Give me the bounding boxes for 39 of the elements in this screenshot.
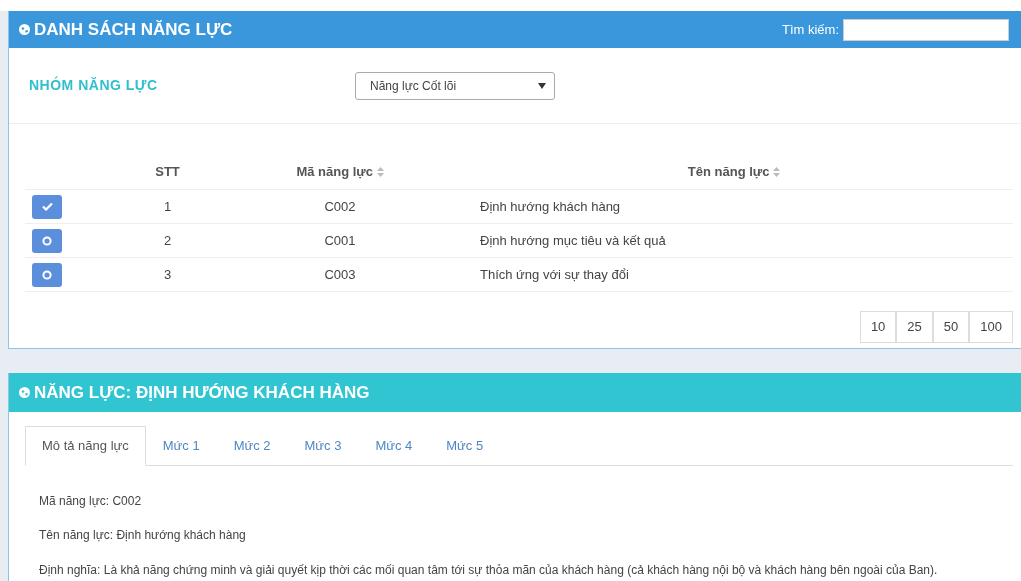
table-cell: Định hướng khách hàng — [480, 198, 621, 214]
table-cell: C003 — [324, 266, 356, 282]
tab[interactable]: Mức 5 — [429, 426, 501, 466]
table-cell: Định hướng mục tiêu và kết quả — [480, 232, 666, 248]
detail-text: Tên năng lực: Định hướng khách hàng — [39, 527, 247, 544]
table-cell: 3 — [163, 266, 172, 282]
search-field[interactable] — [843, 18, 1009, 41]
select-button[interactable] — [32, 194, 62, 219]
globe-icon — [19, 24, 30, 35]
tab[interactable]: Mô tả năng lực — [25, 426, 146, 466]
table-cell: 2 — [163, 232, 172, 248]
detail-text: Định nghĩa: Là khả năng chứng minh và giải quyết kịp thời các mối quan tâm tới sự thỏa mãn của khách hàng (cả khách hàng nội bộ và khách hàng bên ngoài của Ban). — [39, 561, 939, 579]
search-label: Tìm kiếm: — [781, 20, 839, 39]
tab[interactable]: Mức 2 — [216, 426, 288, 466]
table-cell: C001 — [324, 232, 356, 248]
table-cell: C002 — [324, 198, 356, 214]
page-size-button[interactable]: 50 — [932, 311, 970, 343]
group-label: NHÓM NĂNG LỰC — [29, 75, 159, 95]
column-header[interactable]: STT — [155, 163, 180, 179]
globe-icon — [19, 387, 30, 398]
column-header[interactable]: Tên năng lực — [687, 163, 770, 179]
panel-title: DANH SÁCH NĂNG LỰC — [34, 18, 233, 41]
page-size-button[interactable]: 100 — [969, 311, 1013, 343]
select-button[interactable] — [32, 262, 62, 287]
dropdown-caret-icon — [538, 82, 546, 89]
panel-title: NĂNG LỰC: ĐỊNH HƯỚNG KHÁCH HÀNG — [34, 381, 370, 404]
column-header[interactable]: Mã năng lực — [296, 163, 373, 179]
group-select[interactable]: Năng lực Cốt lõi — [355, 71, 555, 100]
select-button[interactable] — [32, 228, 62, 253]
tab[interactable]: Mức 3 — [287, 426, 359, 466]
detail-text: Mã năng lực: C002 — [39, 492, 143, 510]
page-size-button[interactable]: 25 — [896, 311, 933, 343]
sort-icon[interactable] — [773, 167, 781, 178]
sort-icon[interactable] — [376, 167, 384, 178]
tab[interactable]: Mức 4 — [358, 426, 430, 466]
table-cell: 1 — [163, 198, 172, 214]
page-size-button[interactable]: 10 — [859, 311, 897, 343]
table-cell: Thích ứng với sự thay đổi — [480, 266, 629, 282]
tab[interactable]: Mức 1 — [145, 426, 217, 466]
